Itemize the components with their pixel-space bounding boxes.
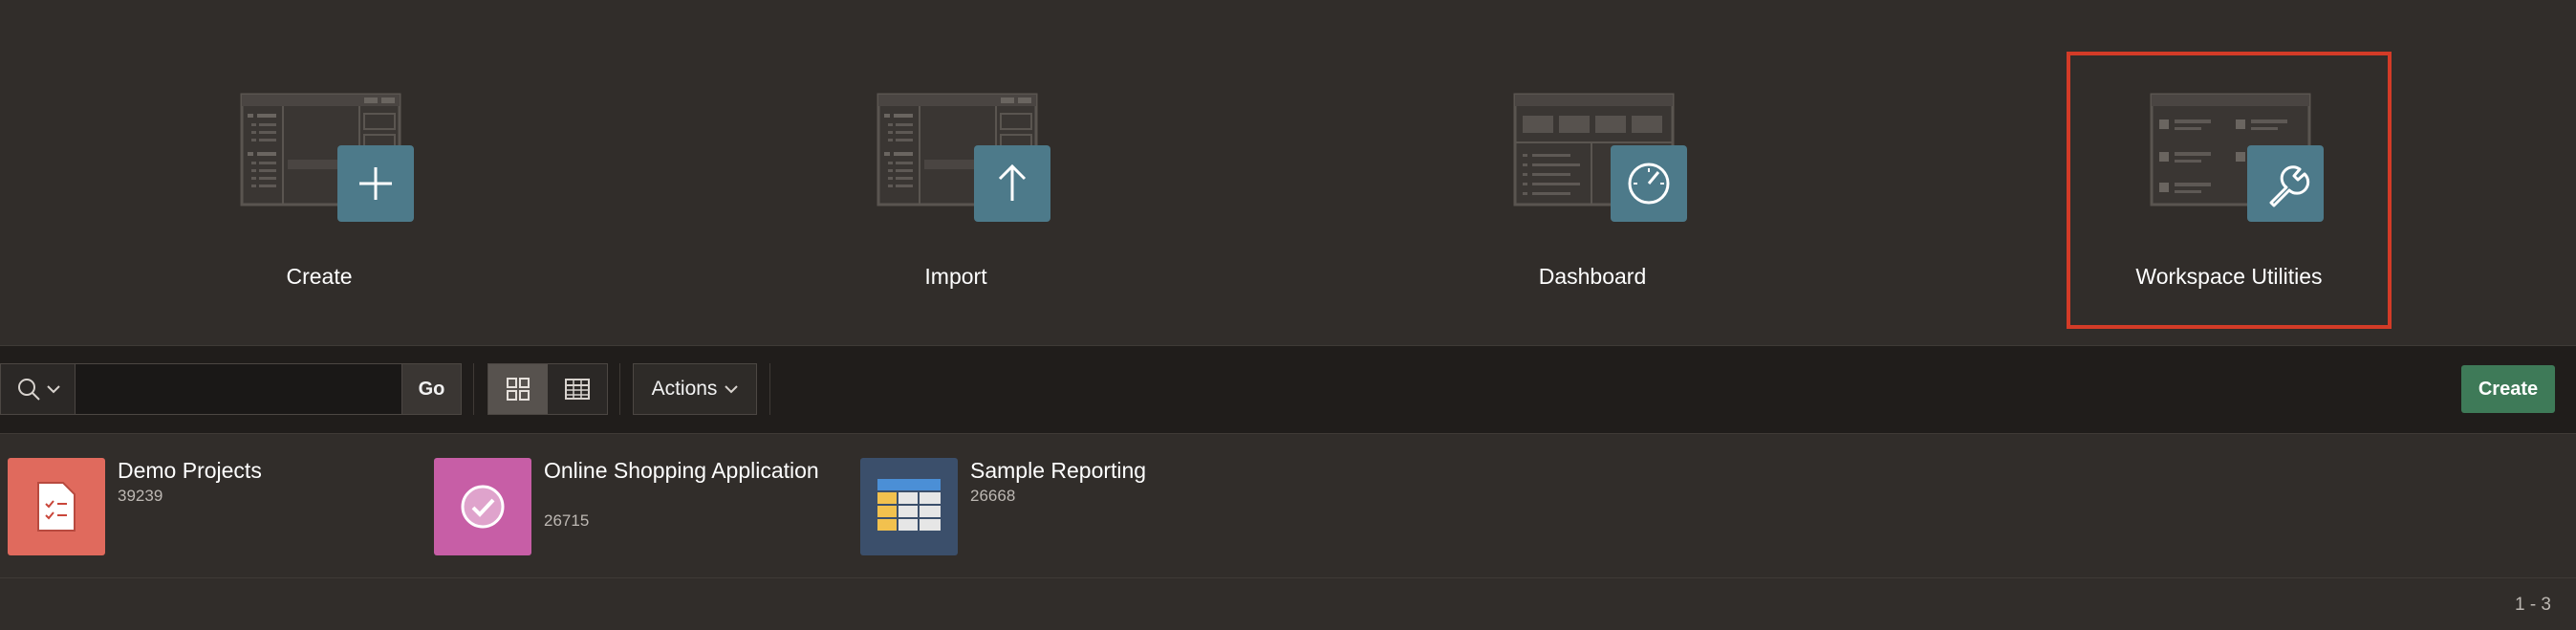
toolbar-divider [769,363,770,415]
import-app-illustration [877,93,1050,222]
grid-icon [507,378,530,401]
chevron-down-icon [46,385,60,394]
app-builder-page: Create Import Dashboard Workspace Utilit… [0,0,2576,630]
spreadsheet-icon [860,458,958,555]
import-tile[interactable]: Import [765,52,1147,329]
hero-tiles: Create Import Dashboard Workspace Utilit… [0,0,2576,346]
wrench-icon [2247,145,2324,222]
create-tile[interactable]: Create [128,52,510,329]
search-options-button[interactable] [0,363,75,415]
search-bar: Go [0,363,462,415]
report-view-button[interactable] [548,364,607,414]
create-app-illustration [240,93,414,222]
dashboard-tile[interactable]: Dashboard [1401,52,1784,329]
create-tile-label: Create [286,264,353,289]
pagination-count: 1 - 3 [2514,595,2551,615]
workspace-utilities-tile[interactable]: Workspace Utilities [2067,52,2392,329]
search-input[interactable] [75,363,402,415]
actions-label: Actions [651,378,718,400]
icon-view-button[interactable] [488,364,548,414]
app-id: 26668 [970,487,1016,505]
app-name: Demo Projects [118,458,262,483]
actions-menu-button[interactable]: Actions [633,363,757,415]
workspace-utilities-illustration [2150,93,2324,222]
chevron-down-icon [725,385,739,394]
view-toggle [487,363,608,415]
check-circle-icon [434,458,531,555]
applications-list: Demo Projects 39239 Online Shopping Appl… [0,435,2576,578]
app-card-demo-projects[interactable]: Demo Projects 39239 [8,458,409,557]
app-name: Online Shopping Application [544,458,819,483]
toolbar-divider [619,363,620,415]
go-button[interactable]: Go [402,363,462,415]
app-id: 26715 [544,511,590,530]
toolbar: Go Actions Create [0,346,2576,434]
table-icon [565,379,590,400]
create-button[interactable]: Create [2461,365,2555,413]
checklist-icon [8,458,105,555]
app-id: 39239 [118,487,163,505]
dashboard-tile-label: Dashboard [1538,264,1647,289]
dashboard-illustration [1513,93,1687,222]
workspace-utilities-tile-label: Workspace Utilities [2135,264,2323,289]
app-card-online-shopping[interactable]: Online Shopping Application 26715 [434,458,835,557]
toolbar-divider [473,363,474,415]
app-card-sample-reporting[interactable]: Sample Reporting 26668 [860,458,1262,557]
search-icon [17,379,40,401]
import-tile-label: Import [924,264,987,289]
app-name: Sample Reporting [970,458,1147,483]
